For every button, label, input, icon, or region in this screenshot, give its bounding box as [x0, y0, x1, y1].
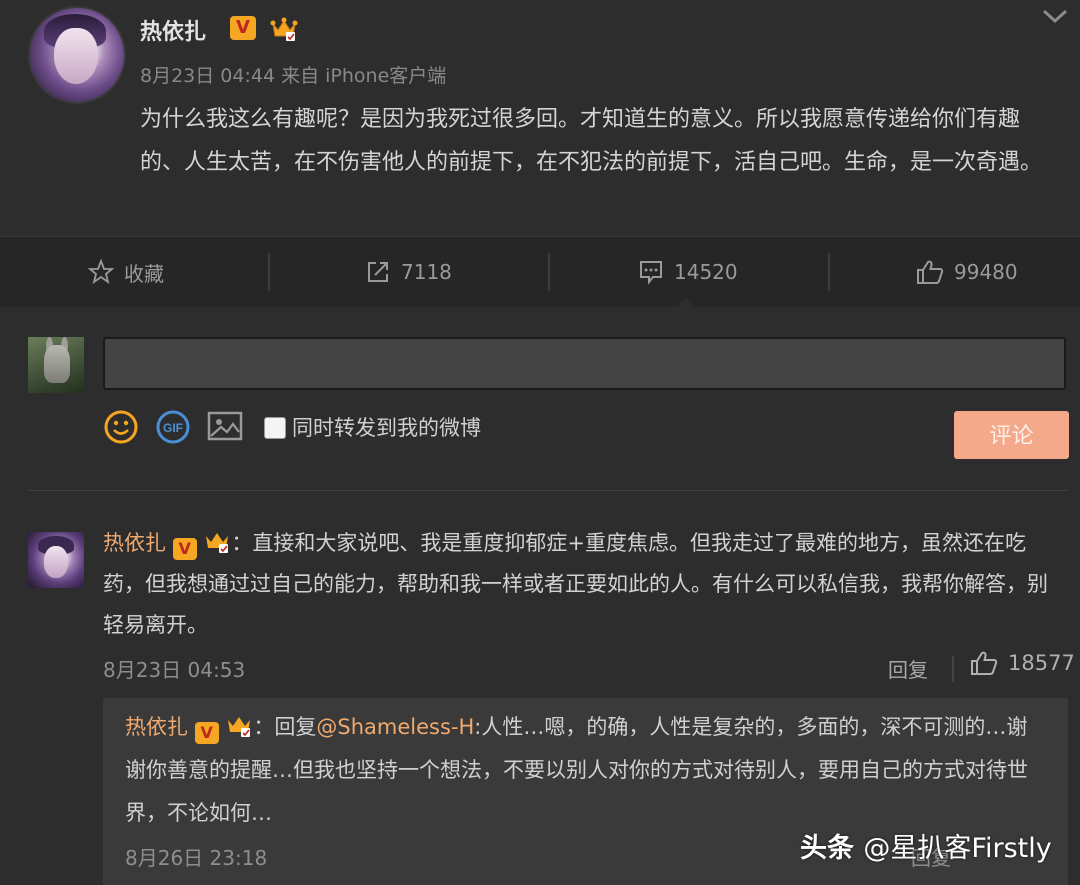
divider	[268, 253, 270, 291]
watermark-handle: @星扒客Firstly	[863, 833, 1052, 864]
reply-prefix: ：回复	[253, 715, 317, 739]
thumbs-up-icon	[917, 260, 944, 284]
section-divider	[28, 490, 1068, 491]
image-icon[interactable]	[207, 410, 243, 442]
current-user-avatar	[28, 337, 84, 393]
submit-comment-button[interactable]: 评论	[954, 411, 1069, 459]
comment-body: 热依扎 V ：直接和大家说吧、我是重度抑郁症+重度焦虑。但我走过了最难的地方，虽…	[103, 523, 1063, 646]
comment-input[interactable]	[103, 337, 1066, 390]
favorite-button[interactable]: 收藏	[88, 237, 164, 307]
favorite-label: 收藏	[124, 261, 164, 286]
comment-like-count: 18577	[1008, 651, 1075, 675]
reply-body: 热依扎 V ：回复@Shameless-H:人性…嗯，的确，人性是复杂的，多面的…	[125, 706, 1045, 835]
star-icon	[88, 259, 114, 285]
post-meta: 8月23日 04:44 来自 iPhone客户端	[140, 65, 447, 87]
reply-time: 8月26日 23:18	[125, 846, 268, 870]
thumbs-up-icon	[971, 651, 998, 675]
post-action-bar: 收藏 7118 14520 99480	[0, 236, 1080, 307]
watermark: 头条 @星扒客Firstly	[800, 826, 1052, 865]
divider	[828, 253, 830, 291]
comment-icon	[640, 261, 662, 285]
post-text: 为什么我这么有趣呢？是因为我死过很多回。才知道生的意义。所以我愿意传递给你们有趣…	[140, 107, 1043, 175]
commenter-name[interactable]: 热依扎	[103, 531, 166, 555]
gif-icon[interactable]: GIF	[156, 410, 190, 444]
share-icon	[368, 262, 388, 282]
crown-icon	[206, 533, 229, 553]
reply-author-name[interactable]: 热依扎	[125, 715, 188, 739]
verified-badge: V	[230, 16, 256, 40]
comment-like-button[interactable]: 18577	[970, 650, 1075, 676]
chevron-down-icon[interactable]	[1040, 6, 1070, 26]
svg-text:GIF: GIF	[163, 421, 183, 435]
comment-time: 8月23日 04:53	[103, 658, 246, 682]
author-avatar[interactable]	[28, 6, 126, 104]
divider	[548, 253, 550, 291]
reply-button[interactable]: 回复	[888, 654, 928, 683]
like-count: 99480	[954, 260, 1018, 284]
verified-badge: V	[172, 538, 197, 560]
active-tab-caret	[677, 298, 695, 307]
repost-checkbox-label[interactable]: 同时转发到我的微博	[292, 412, 481, 442]
comment-count: 14520	[674, 260, 738, 284]
comment-tab-button[interactable]: 14520	[638, 237, 738, 307]
verified-badge: V	[194, 722, 219, 744]
like-button[interactable]: 99480	[916, 237, 1018, 307]
repost-count: 7118	[401, 260, 452, 284]
author-name[interactable]: 热依扎	[140, 14, 206, 46]
crown-icon	[228, 717, 251, 737]
comment-text: ：直接和大家说吧、我是重度抑郁症+重度焦虑。但我走过了最难的地方，虽然还在吃药，…	[103, 531, 1048, 637]
watermark-brand: 头条	[800, 833, 854, 864]
commenter-avatar[interactable]	[28, 532, 84, 588]
repost-button[interactable]: 7118	[365, 237, 452, 307]
divider	[952, 656, 954, 682]
mention-link[interactable]: @Shameless-H	[316, 715, 474, 739]
repost-checkbox[interactable]	[264, 417, 286, 439]
emoji-icon[interactable]	[104, 410, 138, 444]
crown-icon	[270, 17, 298, 41]
